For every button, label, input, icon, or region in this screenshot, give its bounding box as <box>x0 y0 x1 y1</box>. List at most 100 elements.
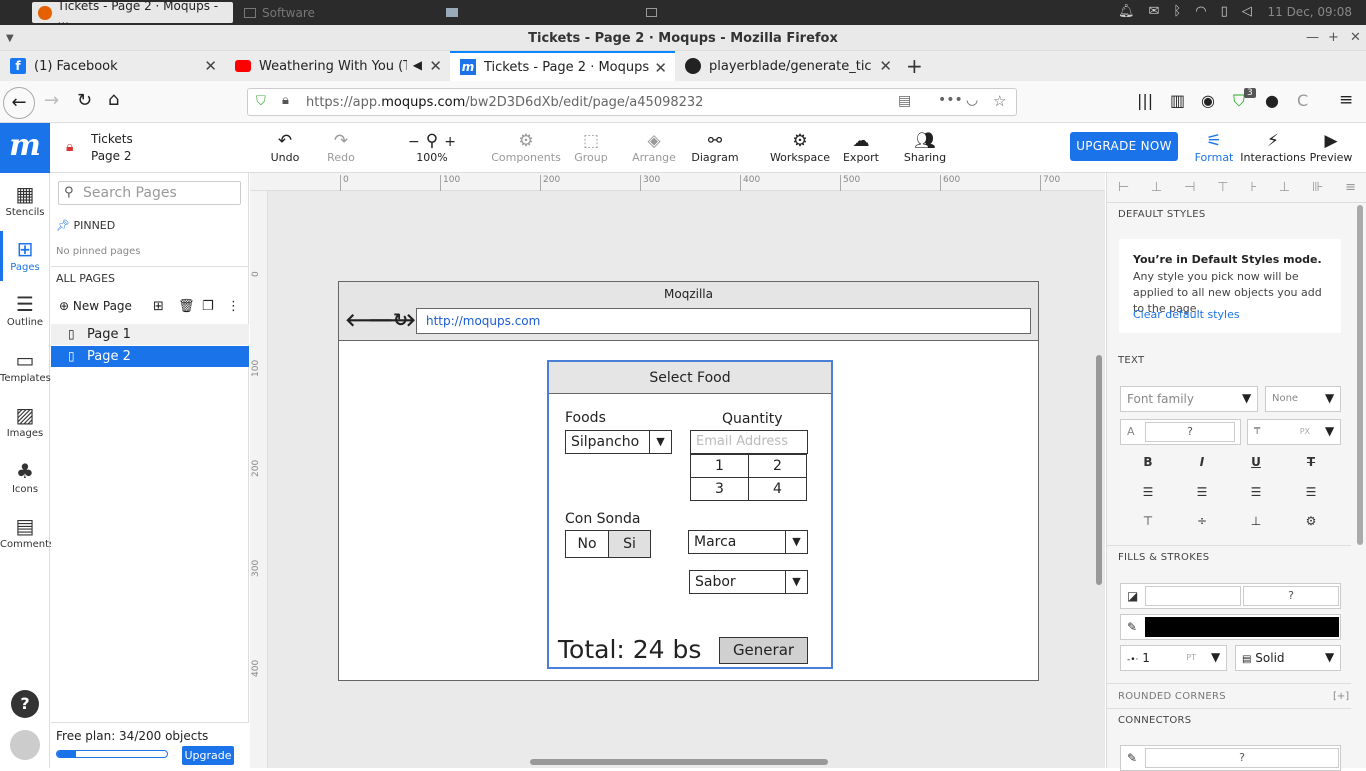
more-options-icon[interactable]: ⋮ <box>227 299 240 314</box>
mail-icon[interactable]: ✉ <box>1149 4 1160 19</box>
workspace-button[interactable]: ⚙ Workspace <box>765 131 835 164</box>
speaker-icon[interactable]: ◀︎ <box>413 58 422 72</box>
export-button[interactable]: ☁ Export <box>826 131 896 164</box>
rail-templates[interactable]: ▭ Templates <box>0 347 51 384</box>
clear-default-styles-link[interactable]: Clear default styles <box>1133 308 1240 321</box>
library-icon[interactable]: ||| <box>1137 91 1153 110</box>
sabor-dropdown[interactable]: Sabor ▼ <box>689 570 808 594</box>
shield-icon[interactable]: ⛉ <box>256 94 266 109</box>
redo-button[interactable]: ↷ Redo <box>306 131 376 164</box>
bookmark-star-icon[interactable]: ☆ <box>993 92 1006 110</box>
chevron-down-icon[interactable]: ▼ <box>1211 650 1220 664</box>
extension-c-icon[interactable]: C <box>1297 91 1308 110</box>
trash-icon[interactable]: 🗑︎ <box>178 299 195 314</box>
align-right-icon[interactable]: ⊣ <box>1184 180 1195 195</box>
help-button[interactable]: ? <box>11 690 39 718</box>
quantity-option-1[interactable]: 1 <box>690 454 749 478</box>
italic-button[interactable]: I <box>1175 449 1229 475</box>
si-toggle[interactable]: Si <box>608 530 651 558</box>
rail-images[interactable]: ▨ Images <box>0 402 50 439</box>
rounded-corners-add[interactable]: [+] <box>1333 691 1349 702</box>
mock-reload-icon[interactable]: ↻ <box>393 310 408 331</box>
close-tab-icon[interactable]: ✕ <box>654 59 667 77</box>
sidebar-icon[interactable]: ▥ <box>1170 91 1185 110</box>
quantity-option-4[interactable]: 4 <box>748 477 807 501</box>
extension-icon[interactable]: ● <box>1265 91 1279 110</box>
zoom-in-button[interactable]: + <box>444 134 456 150</box>
project-info[interactable]: Tickets Page 2 <box>91 131 133 165</box>
back-icon[interactable]: ← <box>3 87 35 119</box>
url-bar[interactable]: ⛉ 🔒︎ https://app. moqups.com/bw2D3D6dXb/e… <box>247 88 1017 116</box>
home-icon[interactable]: ⌂ <box>108 89 119 110</box>
rail-outline[interactable]: ☰ Outline <box>0 291 50 328</box>
close-tab-icon[interactable]: ✕ <box>429 57 442 75</box>
tab-youtube[interactable]: Weathering With You (Tenk ◀︎ ✕ <box>225 51 450 81</box>
underline-button[interactable]: U <box>1229 449 1283 475</box>
diagram-button[interactable]: ⚯ Diagram <box>680 131 750 164</box>
reader-view-icon[interactable]: ▤ <box>898 93 911 109</box>
group-button[interactable]: ⬚ Group <box>556 131 626 164</box>
wifi-icon[interactable]: ◠ <box>1195 4 1206 19</box>
reload-icon[interactable]: ↻ <box>77 90 92 111</box>
taskbar-item-firefox[interactable]: Tickets - Page 2 · Moqups - ... <box>32 0 233 27</box>
no-toggle[interactable]: No <box>565 530 609 558</box>
rail-stencils[interactable]: ▦ Stencils <box>0 181 50 218</box>
foods-dropdown[interactable]: Silpancho ▼ <box>565 430 672 454</box>
zoom-level[interactable]: 100% <box>416 151 447 164</box>
maximize-icon[interactable]: + <box>1328 30 1339 45</box>
chevron-down-icon[interactable]: ▼ <box>1325 391 1334 405</box>
preview-tab[interactable]: ▶ Preview <box>1296 131 1366 164</box>
valign-top-icon[interactable]: ⊤ <box>1121 508 1175 534</box>
distribute-h-icon[interactable]: ⊪ <box>1312 180 1323 195</box>
tab-github[interactable]: playerblade/generate_tickets ✕ <box>675 51 900 81</box>
forward-icon[interactable]: → <box>44 90 59 111</box>
close-tab-icon[interactable]: ✕ <box>204 57 217 75</box>
taskbar-item-terminal[interactable] <box>640 2 670 23</box>
minimize-icon[interactable]: — <box>1306 30 1319 45</box>
align-top-icon[interactable]: ⊤ <box>1217 180 1228 195</box>
tab-facebook[interactable]: f (1) Facebook ✕ <box>0 51 225 81</box>
close-window-icon[interactable]: ✕ <box>1350 30 1361 45</box>
moqups-logo[interactable]: m <box>0 123 50 173</box>
rounded-corners-header[interactable]: ROUNDED CORNERS <box>1118 691 1226 702</box>
chevron-down-icon[interactable]: ▼ <box>1242 391 1251 405</box>
connector-color-input[interactable]: ✎? <box>1120 745 1341 771</box>
canvas-horizontal-scrollbar[interactable] <box>530 759 828 765</box>
bell-icon[interactable]: 🔔︎ <box>1118 4 1135 19</box>
text-settings-gear-icon[interactable]: ⚙ <box>1284 508 1338 534</box>
align-text-left-icon[interactable]: ☰ <box>1121 479 1175 505</box>
align-middle-icon[interactable]: ⊦ <box>1250 180 1257 195</box>
new-page-button[interactable]: ⊕ New Page <box>59 299 132 313</box>
marca-dropdown[interactable]: Marca ▼ <box>688 530 808 554</box>
fill-color-input[interactable]: ◪? <box>1120 583 1341 609</box>
rail-pages[interactable]: ⊞ Pages <box>0 236 50 273</box>
taskbar-item-software[interactable]: Software <box>238 2 428 23</box>
align-bottom-icon[interactable]: ⊥ <box>1279 180 1290 195</box>
lock-icon[interactable]: 🔒︎ <box>66 139 73 155</box>
lock-icon[interactable]: 🔒︎ <box>282 93 289 108</box>
components-button[interactable]: ⚙ Components <box>491 131 561 164</box>
tab-moqups[interactable]: m Tickets - Page 2 · Moqups ✕ <box>450 51 675 81</box>
search-pages-input[interactable]: Search Pages <box>58 181 241 205</box>
new-tab-icon[interactable]: + <box>906 54 923 78</box>
arrange-button[interactable]: ◈ Arrange <box>619 131 689 164</box>
taskbar-item-folder[interactable] <box>440 2 630 23</box>
battery-icon[interactable]: ▯ <box>1221 4 1228 19</box>
distribute-v-icon[interactable]: ≡ <box>1345 180 1356 195</box>
quantity-option-3[interactable]: 3 <box>690 477 749 501</box>
page-item-2[interactable]: ▯ Page 2 <box>51 346 249 367</box>
generar-button[interactable]: Generar <box>719 637 808 664</box>
align-text-center-icon[interactable]: ☰ <box>1175 479 1229 505</box>
valign-middle-icon[interactable]: ÷ <box>1175 508 1229 534</box>
page-item-1[interactable]: ▯ Page 1 <box>51 324 249 345</box>
panel-scrollbar[interactable] <box>1357 205 1363 545</box>
align-left-icon[interactable]: ⊢ <box>1118 180 1129 195</box>
page-actions-icon[interactable]: ••• <box>938 92 963 108</box>
select-food-dialog[interactable]: Select Food Foods Silpancho ▼ Quantity Em… <box>547 360 833 669</box>
close-tab-icon[interactable]: ✕ <box>879 57 892 75</box>
system-clock[interactable]: 11 Dec, 09:08 <box>1267 5 1352 19</box>
hamburger-menu-icon[interactable]: ≡ <box>1339 90 1353 110</box>
bold-button[interactable]: B <box>1121 449 1175 475</box>
valign-bottom-icon[interactable]: ⊥ <box>1229 508 1283 534</box>
account-icon[interactable]: ◉ <box>1201 91 1215 110</box>
